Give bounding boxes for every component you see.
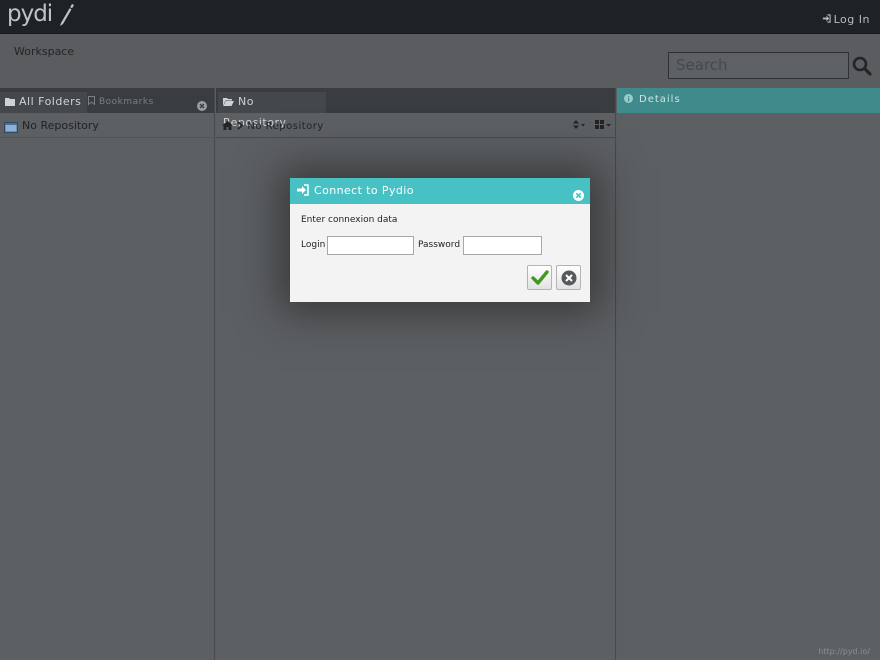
search-input[interactable]: Search (668, 52, 849, 79)
close-icon[interactable] (197, 96, 207, 115)
footer-link[interactable]: http://pyd.io/ (818, 647, 870, 656)
password-field[interactable] (463, 236, 542, 255)
cancel-icon (561, 270, 577, 286)
home-icon[interactable] (222, 117, 233, 138)
login-link-label: Log In (833, 13, 870, 26)
breadcrumb-label: No Repository (247, 121, 324, 132)
app-logo[interactable]: pydi (7, 1, 74, 27)
confirm-button[interactable] (527, 265, 552, 290)
checkmark-icon (531, 270, 549, 285)
repository-icon (4, 120, 18, 140)
dialog-title: Connect to Pydio (314, 184, 414, 197)
close-icon[interactable] (573, 185, 584, 211)
top-bar: pydi Log In (0, 0, 880, 34)
tab-details[interactable]: Details (624, 94, 681, 106)
tab-details-label: Details (639, 94, 681, 105)
files-panel: No Repository No Repository (216, 88, 616, 660)
sort-icon[interactable] (573, 116, 586, 137)
view-tools (567, 116, 611, 137)
sign-in-icon (297, 180, 309, 206)
cancel-button[interactable] (556, 265, 581, 290)
breadcrumb: No Repository (216, 116, 616, 138)
folders-panel: All Folders Bookmarks No Repository (0, 88, 215, 660)
tab-all-folders[interactable]: All Folders (0, 92, 88, 113)
tab-no-repository[interactable]: No Repository (218, 92, 326, 129)
dialog-message: Enter connexion data (301, 215, 398, 225)
grid-icon[interactable] (595, 116, 611, 137)
files-tabstrip: No Repository (216, 88, 615, 129)
password-label: Password (418, 240, 461, 250)
chevron-right-icon (237, 117, 244, 138)
workspace-bar: Workspace Search (0, 34, 880, 88)
tree-item-no-repository[interactable]: No Repository (0, 116, 215, 138)
login-link[interactable]: Log In (822, 13, 870, 26)
pen-icon (60, 4, 74, 26)
login-label: Login (301, 240, 326, 250)
bookmark-icon (88, 93, 95, 113)
logo-text: pydi (7, 1, 53, 27)
details-panel: Details http://pyd.io/ (617, 88, 880, 660)
search-icon[interactable] (852, 56, 872, 80)
tab-bookmarks-label: Bookmarks (99, 97, 154, 107)
tab-bookmarks[interactable]: Bookmarks (84, 92, 158, 113)
details-tabstrip: Details (617, 88, 880, 113)
dialog-header: Connect to Pydio (290, 178, 590, 204)
sign-in-icon (822, 13, 831, 26)
connect-dialog: Connect to Pydio Enter connexion data Lo… (290, 178, 590, 302)
folder-open-icon (223, 93, 234, 113)
info-icon (624, 94, 633, 106)
folder-icon (5, 93, 15, 113)
search-placeholder: Search (676, 56, 728, 74)
folders-tabstrip: All Folders Bookmarks (0, 88, 214, 113)
tab-all-folders-label: All Folders (19, 95, 82, 108)
login-field[interactable] (327, 236, 414, 255)
workspace-label[interactable]: Workspace (14, 45, 74, 58)
tree-item-label: No Repository (22, 119, 99, 132)
